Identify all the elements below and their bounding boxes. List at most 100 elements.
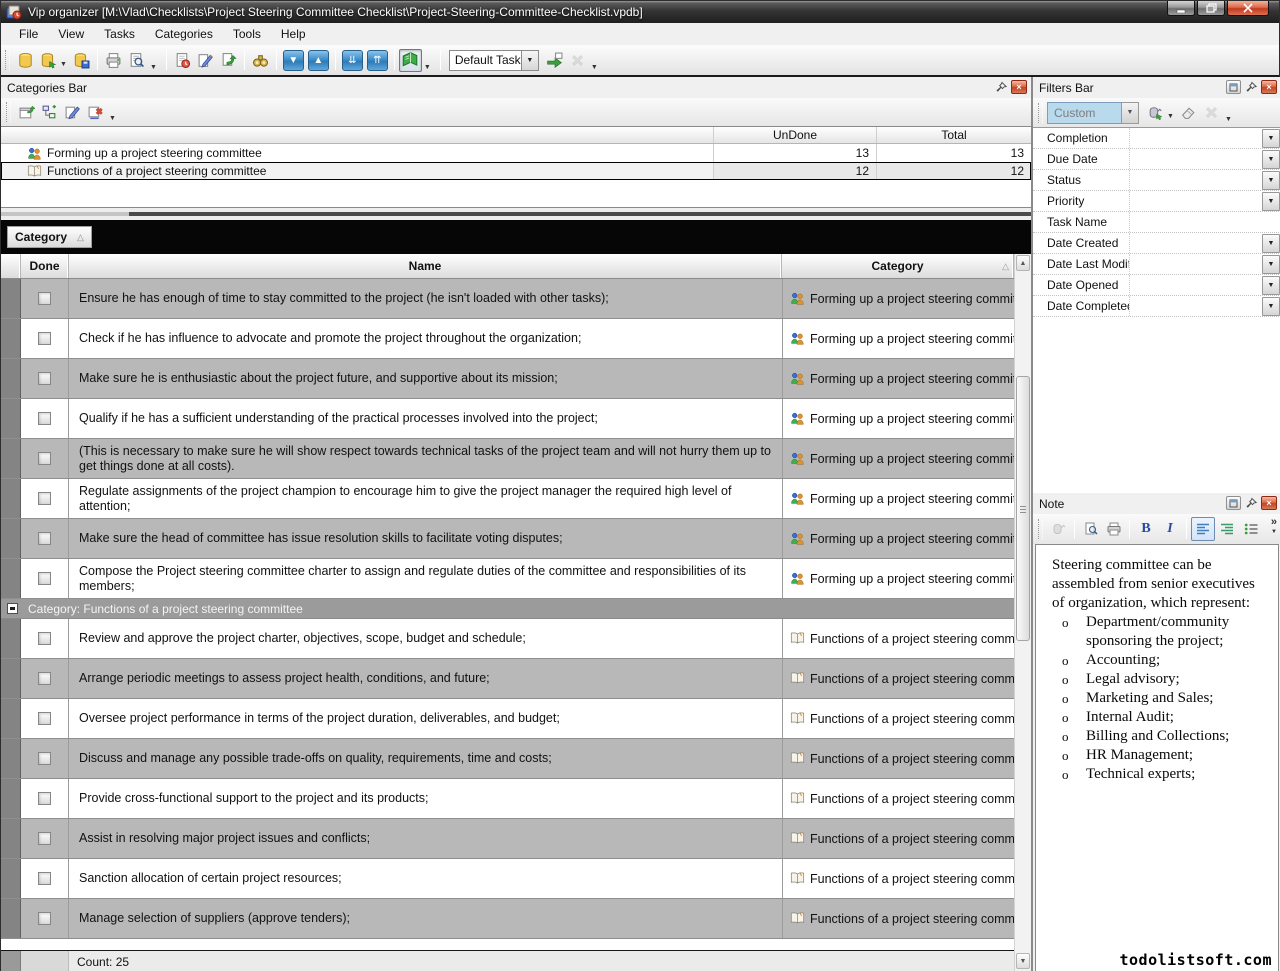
filter-value[interactable]	[1130, 233, 1262, 253]
categories-close-button[interactable]: ×	[1011, 80, 1027, 94]
filter-dropdown-button[interactable]: ▼	[1262, 234, 1280, 253]
filters-close-button[interactable]: ×	[1261, 80, 1277, 94]
note-editor[interactable]: Steering committee can be assembled from…	[1035, 544, 1279, 971]
scrollbar-thumb[interactable]	[1016, 376, 1030, 641]
move-down-button[interactable]: ▼	[283, 50, 304, 71]
task-row[interactable]: Assist in resolving major project issues…	[1, 819, 1014, 859]
filter-value[interactable]	[1130, 149, 1262, 169]
note-toolbar-grip[interactable]	[1038, 519, 1043, 539]
categories-toolbar-grip[interactable]	[6, 102, 11, 122]
filter-value[interactable]	[1130, 212, 1280, 232]
new-task-button[interactable]	[171, 49, 194, 72]
add-subcategory-button[interactable]	[38, 101, 61, 124]
filters-toolbar-overflow[interactable]: ▼	[1225, 116, 1232, 123]
task-row[interactable]: Manage selection of suppliers (approve t…	[1, 899, 1014, 939]
note-preview-button[interactable]	[1079, 518, 1102, 541]
done-checkbox[interactable]	[38, 332, 51, 345]
restore-panel-icon[interactable]	[1226, 80, 1241, 94]
total-column-header[interactable]: Total	[876, 127, 1031, 143]
filter-value[interactable]	[1130, 296, 1262, 316]
filter-dropdown-button[interactable]: ▼	[1262, 297, 1280, 316]
done-checkbox[interactable]	[38, 632, 51, 645]
print-preview-button[interactable]	[125, 49, 148, 72]
menu-view[interactable]: View	[48, 24, 94, 44]
task-row[interactable]: Make sure the head of committee has issu…	[1, 519, 1014, 559]
insert-template-button[interactable]	[543, 49, 566, 72]
print-group-overflow[interactable]: ▼	[150, 64, 157, 71]
open-database-button[interactable]	[37, 49, 60, 72]
task-row[interactable]: Discuss and manage any possible trade-of…	[1, 739, 1014, 779]
bold-button[interactable]: B	[1134, 517, 1158, 541]
edit-category-button[interactable]	[61, 101, 84, 124]
task-template-dropdown-button[interactable]: ▼	[521, 50, 539, 71]
task-row[interactable]: Ensure he has enough of time to stay com…	[1, 279, 1014, 319]
scroll-up-button[interactable]: ▲	[1016, 255, 1030, 271]
task-row[interactable]: Qualify if he has a sufficient understan…	[1, 399, 1014, 439]
filter-value[interactable]	[1130, 170, 1262, 190]
done-checkbox[interactable]	[38, 572, 51, 585]
filter-value[interactable]	[1130, 191, 1262, 211]
category-row[interactable]: Forming up a project steering committee …	[1, 144, 1031, 162]
task-row[interactable]: Provide cross-functional support to the …	[1, 779, 1014, 819]
task-row[interactable]: (This is necessary to make sure he will …	[1, 439, 1014, 479]
print-button[interactable]	[102, 49, 125, 72]
name-column-header[interactable]: Name	[69, 254, 782, 278]
note-print-button[interactable]	[1102, 518, 1125, 541]
restore-button[interactable]	[1197, 1, 1225, 16]
filter-preset-combobox[interactable]: Custom ▼	[1047, 102, 1139, 124]
apply-note-button[interactable]	[1047, 518, 1070, 541]
new-category-button[interactable]	[15, 101, 38, 124]
delete-button[interactable]	[566, 49, 589, 72]
move-up-button[interactable]: ▲	[308, 50, 329, 71]
done-checkbox[interactable]	[38, 452, 51, 465]
task-row[interactable]: Regulate assignments of the project cham…	[1, 479, 1014, 519]
pin-icon[interactable]	[1244, 496, 1258, 510]
title-bar[interactable]: Vip organizer [M:\Vlad\Checklists\Projec…	[1, 1, 1279, 23]
filter-dropdown-button[interactable]: ▼	[1262, 192, 1280, 211]
align-right-button[interactable]	[1215, 517, 1239, 541]
duplicate-task-button[interactable]	[217, 49, 240, 72]
notes-view-button[interactable]	[399, 49, 422, 72]
vertical-scrollbar[interactable]: ▲ ▼	[1014, 254, 1031, 971]
menu-help[interactable]: Help	[271, 24, 316, 44]
apply-filter-button[interactable]	[1144, 101, 1167, 124]
done-checkbox[interactable]	[38, 412, 51, 425]
group-header-row[interactable]: Category: Functions of a project steerin…	[1, 599, 1014, 619]
filter-dropdown-button[interactable]: ▼	[1262, 276, 1280, 295]
move-to-bottom-button[interactable]: ⇊	[342, 50, 363, 71]
done-checkbox[interactable]	[38, 672, 51, 685]
horizontal-splitter[interactable]	[1, 208, 1031, 220]
apply-filter-caret[interactable]: ▼	[1167, 113, 1174, 120]
task-row[interactable]: Make sure he is enthusiastic about the p…	[1, 359, 1014, 399]
task-row[interactable]: Arrange periodic meetings to assess proj…	[1, 659, 1014, 699]
done-checkbox[interactable]	[38, 532, 51, 545]
done-checkbox[interactable]	[38, 832, 51, 845]
pin-icon[interactable]	[1244, 80, 1258, 94]
toolbar-overflow[interactable]: ▼	[591, 64, 598, 71]
filter-preset-dropdown-button[interactable]: ▼	[1121, 102, 1139, 124]
filter-dropdown-button[interactable]: ▼	[1262, 150, 1280, 169]
task-row[interactable]: Oversee project performance in terms of …	[1, 699, 1014, 739]
pin-icon[interactable]	[994, 80, 1008, 94]
filter-value[interactable]	[1130, 254, 1262, 274]
menu-tasks[interactable]: Tasks	[94, 24, 145, 44]
filter-dropdown-button[interactable]: ▼	[1262, 255, 1280, 274]
restore-panel-icon[interactable]	[1226, 496, 1241, 510]
done-checkbox[interactable]	[38, 912, 51, 925]
done-checkbox[interactable]	[38, 492, 51, 505]
task-row[interactable]: Compose the Project steering committee c…	[1, 559, 1014, 599]
undone-column-header[interactable]: UnDone	[713, 127, 876, 143]
collapse-icon[interactable]	[7, 603, 18, 614]
filter-dropdown-button[interactable]: ▼	[1262, 129, 1280, 148]
italic-button[interactable]: I	[1158, 517, 1182, 541]
align-left-button[interactable]	[1191, 517, 1215, 541]
done-checkbox[interactable]	[38, 872, 51, 885]
menu-tools[interactable]: Tools	[223, 24, 271, 44]
filters-toolbar-grip[interactable]	[1038, 103, 1043, 123]
move-to-top-button[interactable]: ⇈	[367, 50, 388, 71]
clear-filter-button[interactable]	[1177, 101, 1200, 124]
delete-category-button[interactable]	[84, 101, 107, 124]
new-database-button[interactable]	[14, 49, 37, 72]
save-database-button[interactable]	[70, 49, 93, 72]
category-row[interactable]: Functions of a project steering committe…	[1, 162, 1031, 180]
